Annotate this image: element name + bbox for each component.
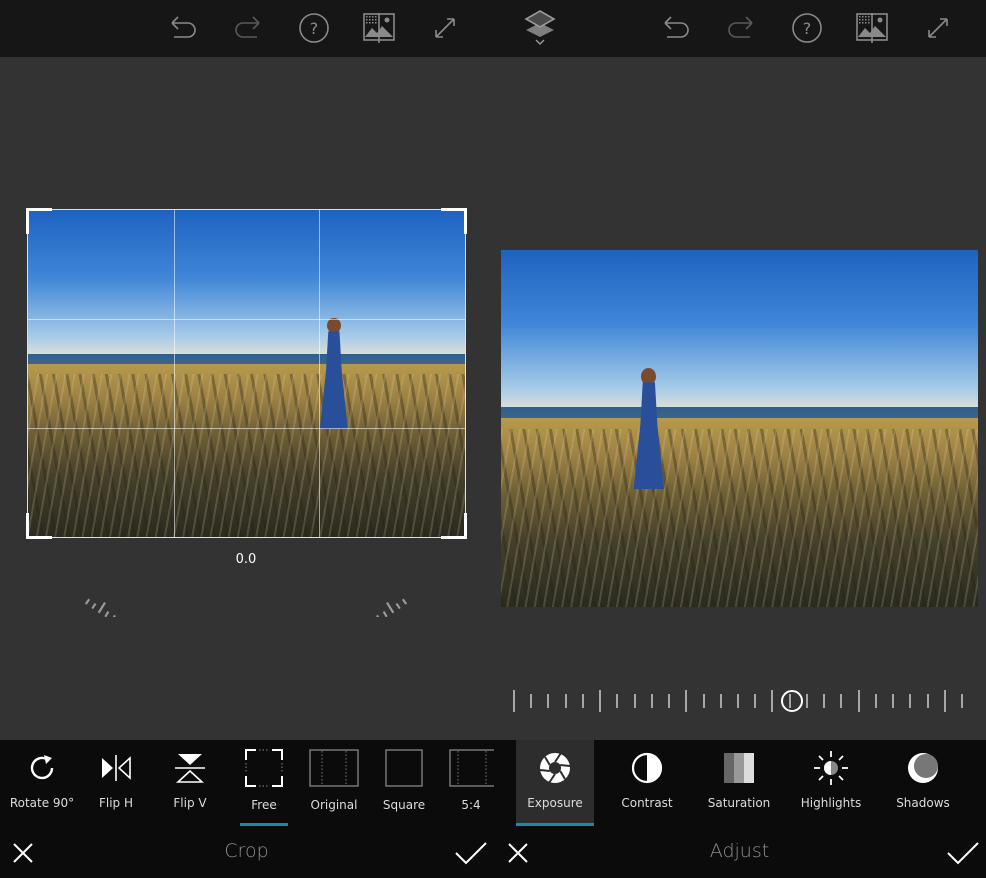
svg-text:?: ? [310, 19, 319, 38]
slider-tick [805, 694, 808, 708]
panel-title: Adjust [709, 840, 770, 862]
redo-icon[interactable] [722, 9, 760, 47]
square-ratio-button[interactable]: Square [380, 740, 428, 826]
slider-tick [530, 694, 533, 708]
original-ratio-icon [309, 749, 359, 787]
dial-tick [376, 614, 380, 617]
moon-icon [908, 753, 938, 783]
shadows-button[interactable]: Shadows [892, 740, 954, 826]
adjust-footer: Adjust [493, 826, 986, 878]
slider-tick [564, 694, 567, 708]
slider-tick [547, 694, 550, 708]
slider-tick [909, 694, 912, 708]
slider-tick [840, 694, 843, 708]
dial-tick [382, 611, 388, 617]
crop-tools-bar: Rotate 90° Flip H Flip V Free Original S… [0, 740, 516, 826]
exposure-button[interactable]: Exposure [516, 740, 594, 826]
slider-tick [616, 694, 619, 708]
confirm-button[interactable] [945, 838, 981, 868]
crop-handle-top-left[interactable] [26, 208, 52, 234]
flip-vertical-button[interactable]: Flip V [162, 740, 218, 826]
dial-tick [91, 602, 97, 610]
slider-tick [857, 690, 860, 712]
help-icon[interactable]: ? [788, 9, 826, 47]
dial-tick [84, 598, 91, 605]
crop-footer: Crop [0, 826, 493, 878]
slider-tick [961, 694, 963, 708]
crop-handle-top-right[interactable] [441, 208, 467, 234]
dial-tick [104, 611, 110, 617]
flip-vertical-icon [175, 754, 205, 783]
sun-icon [814, 751, 848, 785]
photo-subject [630, 367, 668, 490]
crop-handle-bottom-left[interactable] [26, 513, 52, 539]
flip-horizontal-icon [102, 755, 131, 781]
undo-icon[interactable] [164, 9, 202, 47]
slider-tick [719, 694, 722, 708]
slider-tick [513, 690, 515, 712]
straighten-dial[interactable] [80, 527, 420, 617]
slider-tick [926, 694, 929, 708]
before-after-icon[interactable] [853, 9, 891, 47]
free-crop-icon [245, 749, 283, 787]
slider-tick [668, 694, 671, 708]
redo-icon[interactable] [229, 9, 267, 47]
ratio-5-4-icon [449, 749, 494, 787]
before-after-icon[interactable] [360, 9, 398, 47]
slider-tick [754, 694, 757, 708]
dial-tick [386, 601, 395, 614]
top-toolbar: ? ? [0, 0, 986, 57]
checkmark-icon [947, 842, 979, 865]
slider-tick [702, 694, 705, 708]
crop-handle-bottom-right[interactable] [441, 513, 467, 539]
contrast-button[interactable]: Contrast [616, 740, 678, 826]
dial-tick [401, 598, 408, 605]
saturation-button[interactable]: Saturation [704, 740, 774, 826]
dial-tick [97, 601, 106, 614]
free-crop-button[interactable]: Free [240, 740, 288, 826]
contrast-icon [631, 752, 663, 784]
slider-tick [633, 694, 636, 708]
layers-icon[interactable] [521, 8, 559, 46]
aperture-icon [539, 752, 571, 784]
panel-title: Crop [224, 840, 269, 862]
slider-tick [874, 694, 877, 708]
highlights-button[interactable]: Highlights [796, 740, 866, 826]
slider-tick [771, 690, 774, 712]
crop-canvas: 0.0 [0, 57, 493, 740]
slider-tick [823, 694, 826, 708]
original-ratio-button[interactable]: Original [306, 740, 362, 826]
help-icon[interactable]: ? [295, 9, 333, 47]
rotate-90-button[interactable]: Rotate 90° [10, 740, 74, 826]
adjust-canvas [493, 57, 986, 740]
slider-tick [737, 694, 739, 708]
slider-tick [581, 694, 584, 708]
saturation-icon [724, 753, 754, 783]
slider-knob[interactable] [781, 690, 803, 712]
slider-tick [892, 694, 895, 708]
slider-tick [650, 694, 653, 708]
ratio-5-4-button[interactable]: 5:4 [446, 740, 496, 826]
dial-tick [395, 602, 401, 610]
slider-tick [599, 690, 602, 712]
checkmark-icon [455, 842, 487, 865]
adjust-tools-bar: Exposure Contrast Saturation Highlights … [516, 740, 986, 826]
slider-tick [685, 690, 688, 712]
slider-tick [943, 690, 946, 712]
photo-preview[interactable] [501, 250, 978, 607]
fullscreen-icon[interactable] [919, 9, 957, 47]
confirm-button[interactable] [453, 838, 489, 868]
square-ratio-icon [385, 749, 423, 787]
rotate-icon [30, 755, 54, 780]
exposure-slider[interactable] [513, 682, 963, 720]
flip-horizontal-button[interactable]: Flip H [88, 740, 144, 826]
svg-text:?: ? [803, 19, 812, 38]
crop-frame[interactable] [26, 208, 467, 539]
fullscreen-icon[interactable] [426, 9, 464, 47]
undo-icon[interactable] [657, 9, 695, 47]
dial-tick [112, 614, 116, 617]
